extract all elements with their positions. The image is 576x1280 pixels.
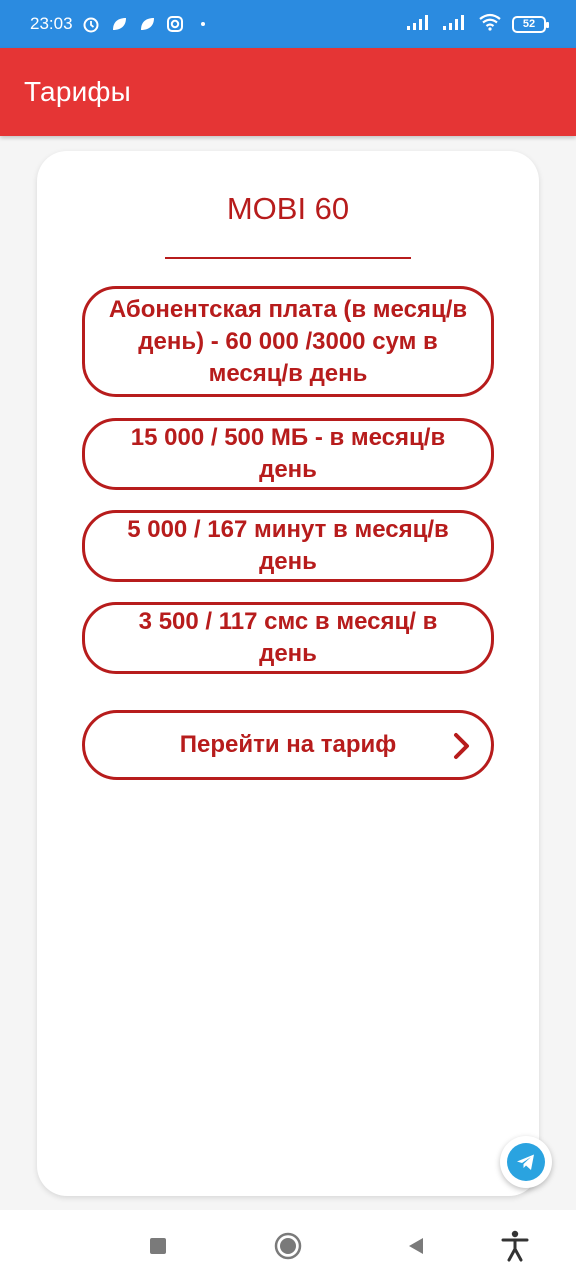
leaf-icon [137,14,157,34]
feature-subscription-fee: Абонентская плата (в месяц/в день) - 60 … [82,286,494,397]
dot-icon [193,14,213,34]
switch-tariff-label: Перейти на тариф [179,731,397,758]
system-nav-bar [0,1210,576,1280]
page-title: Тарифы [24,76,131,107]
feature-text: 3 500 / 117 смс в месяц/ в [138,608,438,635]
divider [165,257,411,259]
battery-icon: 52 [512,15,549,33]
alarm-icon [81,14,101,34]
feature-minutes: 5 000 / 167 минут в месяц/в день [82,510,494,582]
feature-text: 5 000 / 167 минут в месяц/в [127,516,449,543]
feature-text: 15 000 / 500 МБ - в месяц/в [130,424,446,451]
telegram-button[interactable] [500,1136,552,1188]
wifi-icon [478,13,502,36]
telegram-icon [507,1143,545,1181]
status-time: 23:03 [30,14,73,33]
signal-icon [406,13,432,36]
feature-internet: 15 000 / 500 МБ - в месяц/в день [82,418,494,490]
feature-sms: 3 500 / 117 смс в месяц/ в день [82,602,494,674]
switch-tariff-button[interactable]: Перейти на тариф [82,710,494,780]
feature-text: месяц/в день [208,359,368,387]
app-bar: Тарифы [0,48,576,136]
chevron-right-icon [454,733,469,759]
leaf-icon [109,14,129,34]
feature-text: день [259,640,317,667]
status-bar: 23:03 52 [0,0,576,48]
feature-text: день [259,456,317,483]
battery-level: 52 [522,18,536,30]
feature-text: день [259,548,317,575]
signal-icon [442,13,468,36]
feature-text: день) - 60 000 /3000 сум в [138,327,438,355]
home-button[interactable] [272,1230,304,1262]
accessibility-icon[interactable] [499,1230,531,1262]
instagram-icon [165,14,185,34]
tariff-card: MOBI 60 Абонентская плата (в месяц/в ден… [37,151,539,1196]
tariff-name: MOBI 60 [226,191,350,226]
recent-apps-button[interactable] [142,1230,174,1262]
feature-text: Абонентская плата (в месяц/в [108,295,468,323]
back-button[interactable] [400,1230,432,1262]
